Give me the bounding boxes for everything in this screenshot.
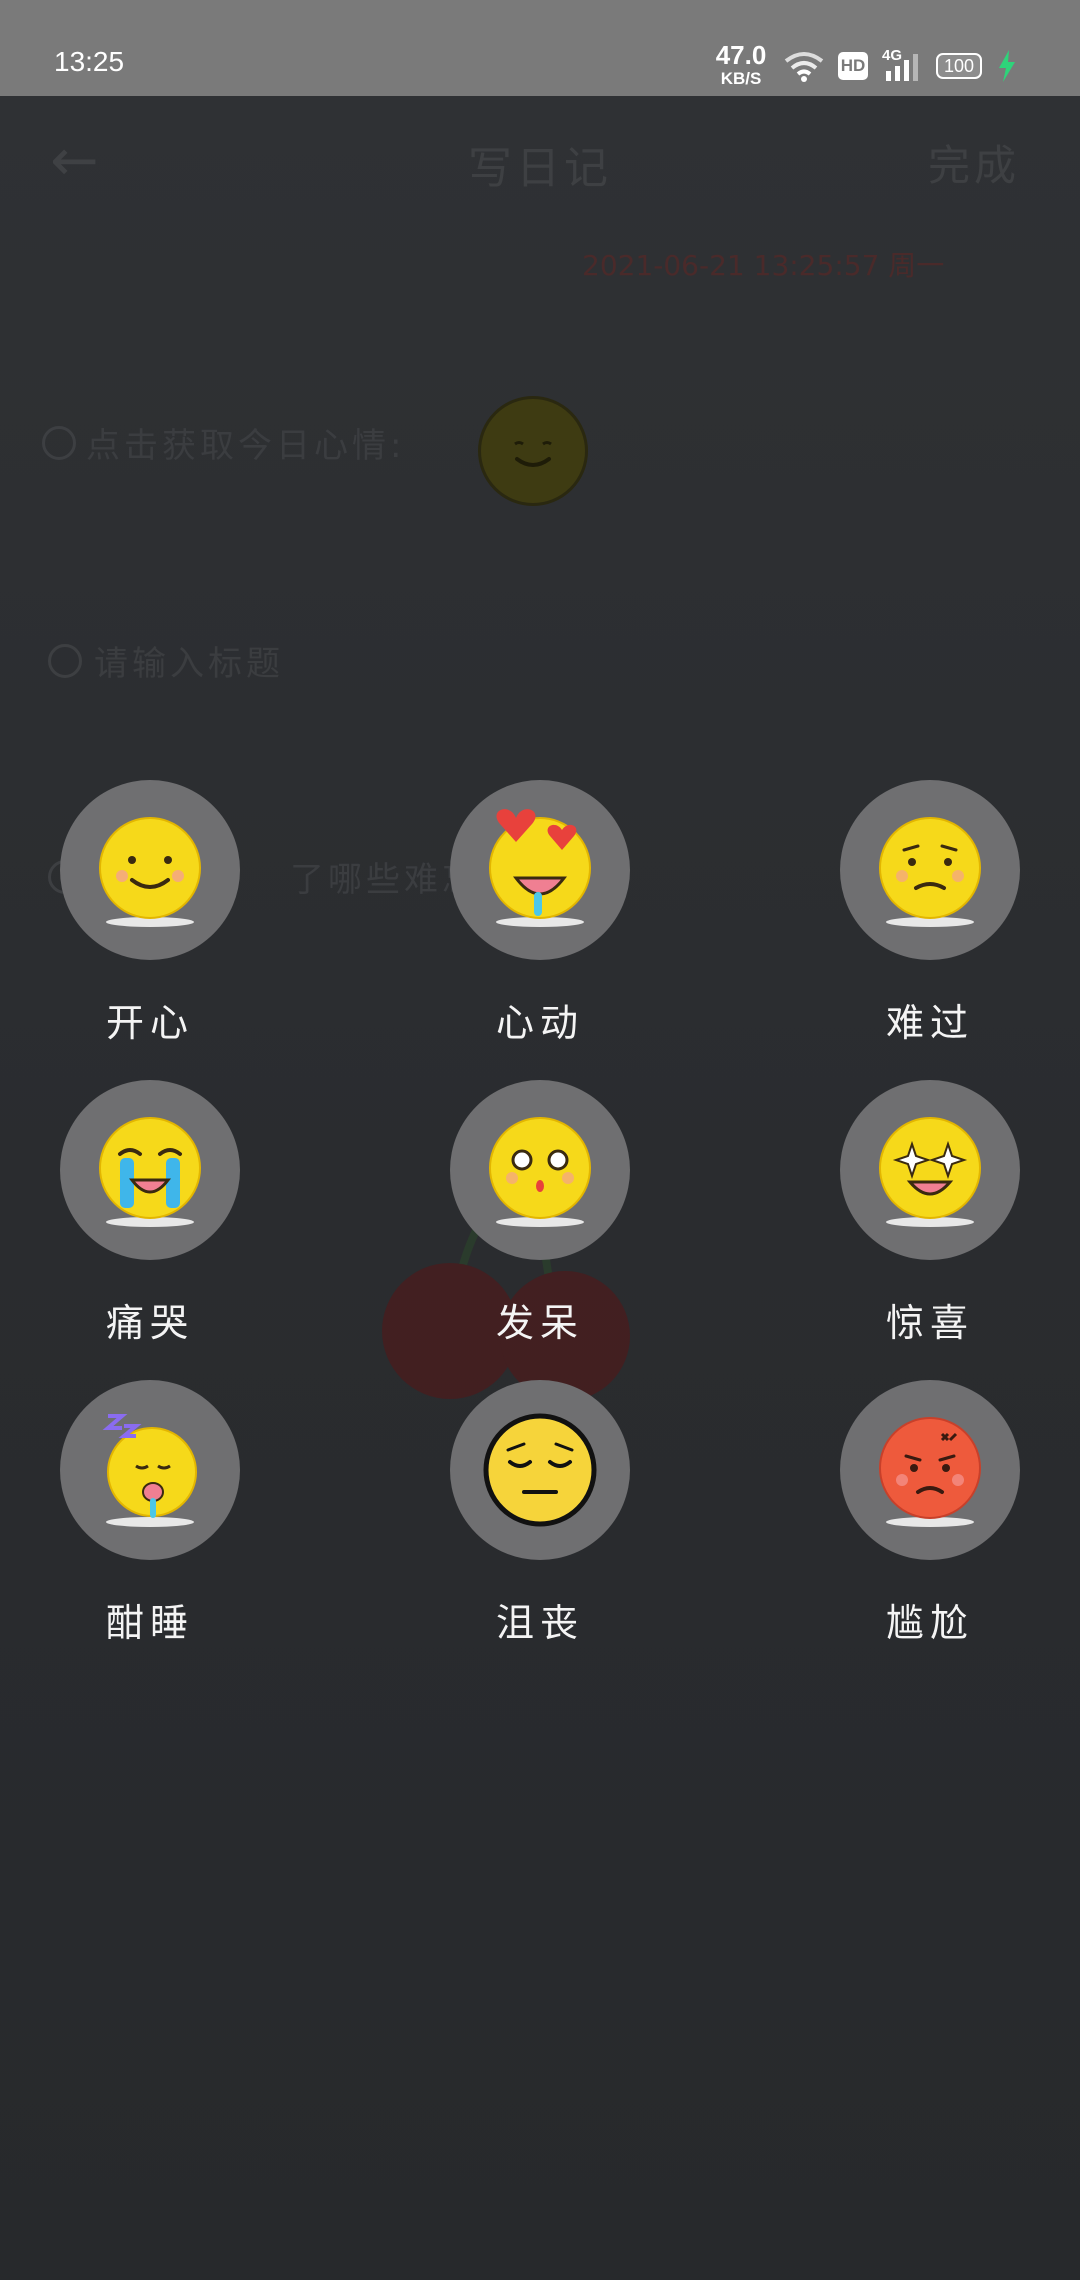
- mood-option-sleeping[interactable]: 酣睡: [20, 1380, 280, 1680]
- mood-option-angry[interactable]: 尴尬: [800, 1380, 1060, 1680]
- happy-face-icon: [99, 817, 201, 927]
- sad-face-icon: [879, 817, 981, 927]
- mood-circle[interactable]: [450, 1080, 630, 1260]
- mood-label: 沮丧: [495, 1601, 584, 1645]
- mood-picker: 开心 心动 难过 痛哭 发呆 惊喜 酣睡 沮丧 尴尬: [0, 0, 1080, 2280]
- mood-circle[interactable]: [450, 780, 630, 960]
- mood-label: 心动: [495, 1001, 584, 1045]
- mood-circle[interactable]: [450, 1380, 630, 1560]
- heart-eyes-icon: [489, 809, 591, 927]
- dejected-face-icon: [483, 1413, 597, 1527]
- mood-circle[interactable]: [840, 1080, 1020, 1260]
- sleeping-face-icon: [102, 1414, 197, 1527]
- mood-label: 开心: [105, 1001, 194, 1045]
- mood-option-happy[interactable]: 开心: [20, 780, 280, 1080]
- mood-circle[interactable]: [60, 1380, 240, 1560]
- mood-circle[interactable]: [60, 1080, 240, 1260]
- star-eyes-icon: [879, 1117, 981, 1227]
- mood-label: 惊喜: [885, 1301, 974, 1345]
- mood-option-crying[interactable]: 痛哭: [20, 1080, 280, 1380]
- mood-label: 酣睡: [105, 1601, 194, 1645]
- mood-option-dejected[interactable]: 沮丧: [410, 1380, 670, 1680]
- crying-face-icon: [99, 1117, 201, 1227]
- mood-label: 尴尬: [885, 1601, 974, 1645]
- mood-circle[interactable]: [840, 780, 1020, 960]
- mood-circle[interactable]: [840, 1380, 1020, 1560]
- blank-face-icon: [489, 1117, 591, 1227]
- mood-label: 痛哭: [105, 1301, 194, 1345]
- mood-option-sad[interactable]: 难过: [800, 780, 1060, 1080]
- mood-option-blank[interactable]: 发呆: [410, 1080, 670, 1380]
- mood-option-star-eyes[interactable]: 惊喜: [800, 1080, 1060, 1380]
- angry-face-icon: [879, 1417, 981, 1527]
- mood-option-heart-eyes[interactable]: 心动: [410, 780, 670, 1080]
- mood-label: 发呆: [495, 1301, 584, 1345]
- mood-circle[interactable]: [60, 780, 240, 960]
- mood-label: 难过: [885, 1001, 974, 1045]
